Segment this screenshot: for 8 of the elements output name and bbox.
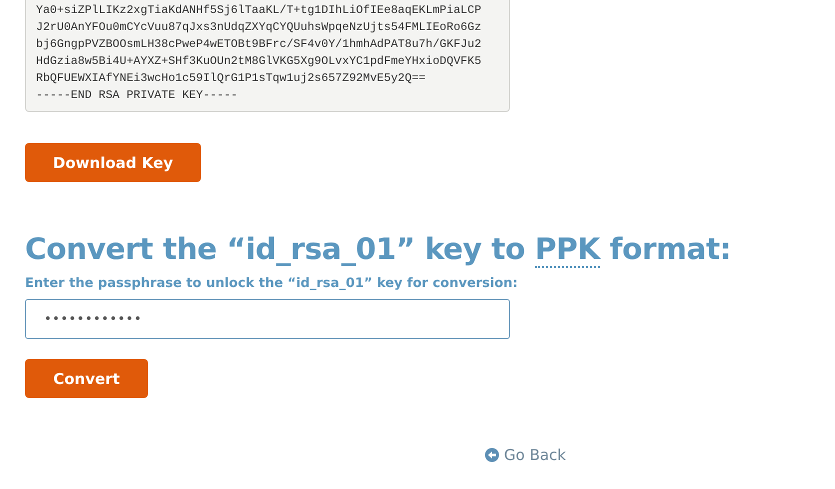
passphrase-field[interactable]: •••••••••••• bbox=[25, 299, 510, 339]
convert-button[interactable]: Convert bbox=[25, 359, 148, 398]
go-back-link[interactable]: Go Back bbox=[485, 446, 566, 464]
download-key-button[interactable]: Download Key bbox=[25, 143, 201, 182]
section-heading: Convert the “id_rsa_01” key to PPK format: bbox=[25, 232, 732, 266]
abbreviation: PPK bbox=[534, 232, 600, 268]
field-label: Enter the passphrase to unlock the “id_rsa_01” key for conversion: bbox=[25, 276, 518, 291]
private-key-text: Ya0+siZPlLIKz2xgTiaKdANHf5Sj6lTaaKL/T+tg1DIhLiOfIEe8aqEKLmPiaLCP J2rU0AnYFOu0mCYcVuu87qJxs3nUdqZXYqCYQUuhsWpqeNzUjts54FMLIEoRo6Gz bj6GngpPVZBOOsmLH38cPweP4wETOBt9BFrc/SF4v0Y/1hmhAdPAT8u7h/GKFJu2 HdGzia8w5Bi4U+AYXZ+SHf3KuOUn2tM8GlVKG5Xg9OLvxYC1pdFmeYHxioDQVFK5 RbQFUEWXIAfYNEi3wcHo1c59IlQrG1P1sTqw1uj2s657Z92MvE5y2Q== -----END RSA PRIVATE KEY----- bbox=[36, 3, 482, 104]
